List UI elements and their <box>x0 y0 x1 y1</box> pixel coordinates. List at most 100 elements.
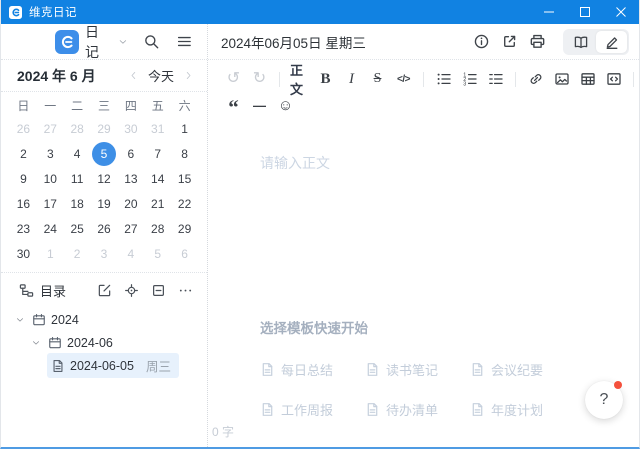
template-item[interactable]: 每日总结 <box>260 360 365 379</box>
calendar-day[interactable]: 10 <box>37 166 64 191</box>
edit-mode-button[interactable] <box>596 31 627 53</box>
strikethrough-button[interactable]: S <box>366 68 389 90</box>
todo-list-button[interactable] <box>484 68 507 90</box>
info-button[interactable] <box>467 28 495 56</box>
calendar-day[interactable]: 25 <box>64 216 91 241</box>
template-item[interactable]: 年度计划 <box>470 400 575 419</box>
italic-button[interactable]: I <box>340 68 363 90</box>
calendar-day[interactable]: 29 <box>91 116 118 141</box>
calendar-day[interactable]: 30 <box>10 241 37 266</box>
menu-icon[interactable] <box>176 33 193 50</box>
minimize-button[interactable] <box>531 0 567 24</box>
link-button[interactable] <box>524 68 547 90</box>
tree-row[interactable]: 2024 <box>1 308 207 331</box>
bold-button[interactable]: B <box>314 68 337 90</box>
calendar-day[interactable]: 4 <box>64 141 91 166</box>
compose-icon[interactable] <box>97 283 112 298</box>
template-item[interactable]: 会议纪要 <box>470 360 575 379</box>
calendar-day[interactable]: 6 <box>117 141 144 166</box>
ordered-list-button[interactable]: 123 <box>458 68 481 90</box>
calendar-day[interactable]: 2 <box>64 241 91 266</box>
read-mode-button[interactable] <box>565 31 596 53</box>
horizontal-rule-button[interactable]: — <box>248 94 271 116</box>
calendar-day[interactable]: 1 <box>171 116 198 141</box>
close-button[interactable] <box>603 0 639 24</box>
calendar-day-selected[interactable]: 5 <box>91 141 118 166</box>
window-title: 维克日记 <box>29 4 77 20</box>
chevron-down-icon[interactable] <box>118 37 128 47</box>
calendar-day[interactable]: 7 <box>144 141 171 166</box>
redo-button[interactable]: ↻ <box>248 68 271 90</box>
tree-folder[interactable]: 2024-06 <box>44 333 121 353</box>
emoji-button[interactable]: ☺ <box>274 94 297 116</box>
calendar-day[interactable]: 28 <box>144 216 171 241</box>
collapse-all-icon[interactable] <box>151 283 166 298</box>
inline-code-button[interactable]: </> <box>392 68 415 90</box>
chevron-right-icon[interactable] <box>183 70 194 81</box>
undo-button[interactable]: ↺ <box>222 68 245 90</box>
print-icon <box>529 33 546 50</box>
tree-entry[interactable]: 2024-06-05周三 <box>47 353 179 378</box>
calendar-day[interactable]: 18 <box>64 191 91 216</box>
calendar-day[interactable]: 27 <box>37 116 64 141</box>
image-icon <box>554 71 570 87</box>
calendar-day[interactable]: 17 <box>37 191 64 216</box>
tree-row[interactable]: 2024-06 <box>1 331 207 354</box>
paragraph-style-button[interactable]: 正文 <box>288 68 311 90</box>
calendar-day[interactable]: 29 <box>171 216 198 241</box>
notebook-switcher[interactable]: 日记 <box>85 22 113 62</box>
tree-folder[interactable]: 2024 <box>28 310 87 330</box>
calendar-day[interactable]: 5 <box>144 241 171 266</box>
template-item[interactable]: 读书笔记 <box>365 360 470 379</box>
calendar-day[interactable]: 22 <box>171 191 198 216</box>
calendar-day[interactable]: 31 <box>144 116 171 141</box>
calendar-day[interactable]: 23 <box>10 216 37 241</box>
image-button[interactable] <box>550 68 573 90</box>
template-item[interactable]: 待办清单 <box>365 400 470 419</box>
window-body: 日记 2024 年 6 月 今天 日一二三四五六2627282930311234… <box>1 24 639 447</box>
calendar-day[interactable]: 1 <box>37 241 64 266</box>
calendar-day[interactable]: 6 <box>171 241 198 266</box>
calendar-day[interactable]: 11 <box>64 166 91 191</box>
calendar-day[interactable]: 14 <box>144 166 171 191</box>
more-icon[interactable] <box>178 283 193 298</box>
calendar-day[interactable]: 30 <box>117 116 144 141</box>
calendar-day[interactable]: 9 <box>10 166 37 191</box>
quote-button[interactable]: “ <box>222 94 245 116</box>
calendar-day[interactable]: 15 <box>171 166 198 191</box>
table-button[interactable] <box>576 68 599 90</box>
sidebar: 日记 2024 年 6 月 今天 日一二三四五六2627282930311234… <box>1 24 208 447</box>
calendar-day[interactable]: 26 <box>10 116 37 141</box>
today-button[interactable]: 今天 <box>148 66 174 85</box>
calendar-day[interactable]: 28 <box>64 116 91 141</box>
maximize-button[interactable] <box>567 0 603 24</box>
tree-item-meta: 周三 <box>146 356 171 375</box>
calendar-day[interactable]: 19 <box>91 191 118 216</box>
export-button[interactable] <box>495 28 523 56</box>
calendar-day[interactable]: 20 <box>117 191 144 216</box>
calendar-day[interactable]: 26 <box>91 216 118 241</box>
code-block-button[interactable] <box>602 68 625 90</box>
calendar-day[interactable]: 27 <box>117 216 144 241</box>
chevron-left-icon[interactable] <box>128 70 139 81</box>
calendar-day[interactable]: 16 <box>10 191 37 216</box>
tree-row[interactable]: 2024-06-05周三 <box>1 354 207 377</box>
calendar-day[interactable]: 21 <box>144 191 171 216</box>
calendar-day[interactable]: 4 <box>117 241 144 266</box>
calendar-day[interactable]: 12 <box>91 166 118 191</box>
calendar-day[interactable]: 3 <box>37 141 64 166</box>
print-button[interactable] <box>523 28 551 56</box>
locate-icon[interactable] <box>124 283 139 298</box>
editor-content[interactable]: 请输入正文 选择模板快速开始 每日总结读书笔记会议纪要工作周报待办清单年度计划 … <box>208 124 639 447</box>
bullet-list-button[interactable] <box>432 68 455 90</box>
day-header: 五 <box>144 95 171 116</box>
template-item[interactable]: 工作周报 <box>260 400 365 419</box>
template-grid: 每日总结读书笔记会议纪要工作周报待办清单年度计划 <box>260 360 575 419</box>
calendar-day[interactable]: 13 <box>117 166 144 191</box>
calendar-day[interactable]: 2 <box>10 141 37 166</box>
calendar-day[interactable]: 24 <box>37 216 64 241</box>
help-button[interactable]: ? <box>585 381 623 419</box>
calendar-day[interactable]: 8 <box>171 141 198 166</box>
calendar-day[interactable]: 3 <box>91 241 118 266</box>
search-icon[interactable] <box>143 33 160 50</box>
